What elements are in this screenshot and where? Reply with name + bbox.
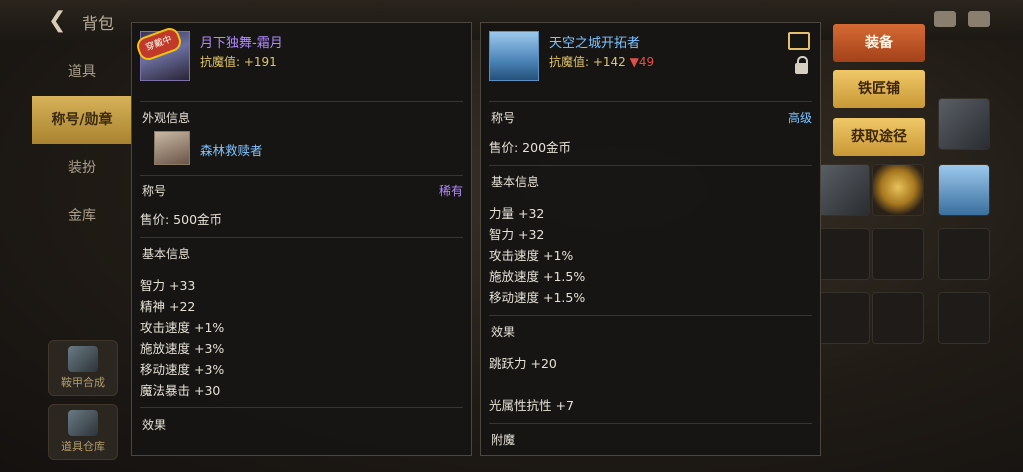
divider bbox=[140, 101, 463, 102]
item-name: 月下独舞-霜月 bbox=[200, 36, 283, 51]
stat-line: 攻击速度 +1% bbox=[140, 320, 225, 335]
inventory-slot[interactable] bbox=[818, 164, 870, 216]
effect-header: 效果 bbox=[142, 418, 167, 432]
item-price: 售价: 500金币 bbox=[140, 212, 223, 227]
stat-line: 移动速度 +1.5% bbox=[489, 290, 586, 305]
appearance-icon bbox=[154, 131, 190, 165]
stat-line: 攻击速度 +1% bbox=[489, 248, 574, 263]
item-resist: 抗魔值: +142 bbox=[549, 55, 626, 69]
divider bbox=[489, 315, 812, 316]
stat-line: 施放速度 +3% bbox=[140, 341, 225, 356]
mail-icon[interactable] bbox=[934, 11, 956, 27]
inventory-slot[interactable] bbox=[872, 228, 924, 280]
obtain-route-button[interactable]: 获取途径 bbox=[833, 118, 925, 156]
divider bbox=[140, 237, 463, 238]
stat-line: 智力 +33 bbox=[140, 278, 196, 293]
appearance-name: 森林救赎者 bbox=[200, 143, 263, 158]
inventory-slot[interactable] bbox=[938, 98, 990, 150]
divider bbox=[140, 407, 463, 408]
title-item-icon bbox=[489, 31, 539, 81]
share-icon[interactable] bbox=[788, 32, 810, 50]
storage-button[interactable]: 道具仓库 bbox=[48, 404, 118, 460]
inventory-slot[interactable] bbox=[938, 228, 990, 280]
enchant-header: 附魔 bbox=[491, 433, 516, 447]
stat-line: 施放速度 +1.5% bbox=[489, 269, 586, 284]
category-nav: 道具 称号/勋章 装扮 金库 bbox=[32, 48, 132, 240]
storage-label: 道具仓库 bbox=[61, 440, 105, 453]
synthesis-icon bbox=[68, 346, 98, 372]
item-type: 称号 bbox=[491, 111, 516, 125]
page-title: 背包 bbox=[82, 14, 115, 33]
title-item-icon: 穿戴中 bbox=[134, 25, 190, 81]
nav-item-titles[interactable]: 称号/勋章 bbox=[32, 96, 132, 144]
stat-line: 移动速度 +3% bbox=[140, 362, 225, 377]
base-info-header: 基本信息 bbox=[142, 247, 191, 261]
equip-button[interactable]: 装备 bbox=[833, 24, 925, 62]
inventory-slot[interactable] bbox=[938, 292, 990, 344]
resist-diff: ▼49 bbox=[629, 55, 655, 69]
storage-icon bbox=[68, 410, 98, 436]
blacksmith-button[interactable]: 铁匠铺 bbox=[833, 70, 925, 108]
lock-icon[interactable] bbox=[795, 56, 808, 74]
item-rarity: 稀有 bbox=[438, 184, 463, 198]
divider bbox=[489, 165, 812, 166]
nav-item-costume[interactable]: 装扮 bbox=[32, 144, 132, 192]
divider bbox=[489, 101, 812, 102]
equipped-item-tooltip: 穿戴中 月下独舞-霜月 抗魔值: +191 外观信息 森林救赎者 称号 稀有 售… bbox=[131, 22, 472, 456]
stat-line: 智力 +32 bbox=[489, 227, 545, 242]
stat-line: 魔法暴击 +30 bbox=[140, 383, 221, 398]
inventory-slot[interactable] bbox=[938, 164, 990, 216]
nav-item-vault[interactable]: 金库 bbox=[32, 192, 132, 240]
item-price: 售价: 200金币 bbox=[489, 140, 572, 155]
base-info-header: 基本信息 bbox=[491, 175, 540, 189]
inventory-slot[interactable] bbox=[818, 292, 870, 344]
selected-item-tooltip: 天空之城开拓者 抗魔值: +142 ▼49 称号 高级 售价: 200金币 基本… bbox=[480, 22, 821, 456]
inventory-slot[interactable] bbox=[872, 164, 924, 216]
synthesis-label: 鞍甲合成 bbox=[61, 376, 105, 389]
item-name: 天空之城开拓者 bbox=[549, 36, 641, 51]
divider bbox=[489, 423, 812, 424]
back-arrow-icon[interactable]: ❮ bbox=[48, 8, 66, 33]
equipped-badge: 穿戴中 bbox=[134, 25, 184, 63]
chat-icon[interactable] bbox=[968, 11, 990, 27]
item-rarity: 高级 bbox=[787, 111, 812, 125]
effect-line: 跳跃力 +20 bbox=[489, 356, 557, 371]
nav-item-items[interactable]: 道具 bbox=[32, 48, 132, 96]
effect-line: 光属性抗性 +7 bbox=[489, 398, 574, 413]
inventory-slot[interactable] bbox=[872, 292, 924, 344]
divider bbox=[140, 175, 463, 176]
item-type: 称号 bbox=[142, 184, 167, 198]
item-resist: 抗魔值: +191 bbox=[200, 55, 277, 69]
inventory-slot[interactable] bbox=[818, 228, 870, 280]
stat-line: 精神 +22 bbox=[140, 299, 196, 314]
stat-line: 力量 +32 bbox=[489, 206, 545, 221]
effect-header: 效果 bbox=[491, 325, 516, 339]
item-resist-line: 抗魔值: +142 ▼49 bbox=[549, 53, 654, 70]
synthesis-button[interactable]: 鞍甲合成 bbox=[48, 340, 118, 396]
appearance-header: 外观信息 bbox=[142, 111, 191, 125]
